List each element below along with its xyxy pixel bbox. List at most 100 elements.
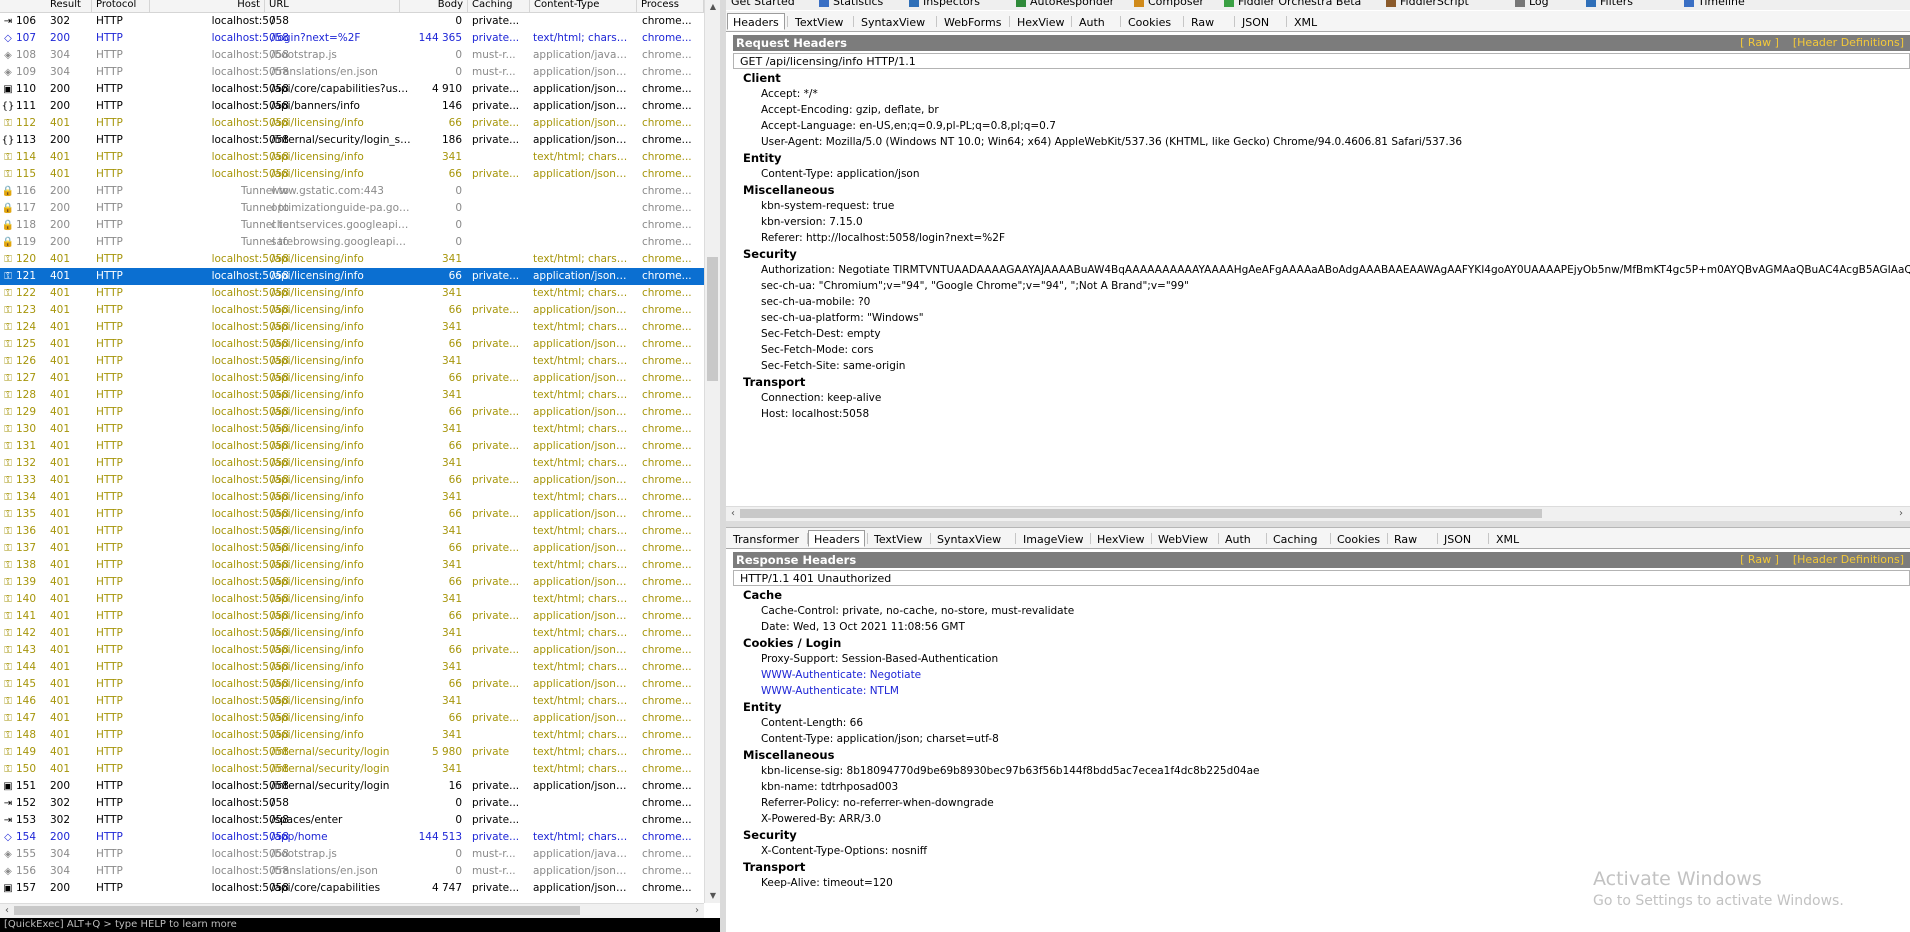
session-row[interactable]: ⚿ 145 401 HTTP localhost:5058/api/licensing/… (0, 676, 704, 693)
column-header-process[interactable]: Process (637, 0, 704, 12)
scroll-right-icon[interactable]: › (1894, 507, 1908, 521)
session-row[interactable]: 🔒 117 200 HTTP Tunnel to optimizationguide-pa… (0, 200, 704, 217)
request-header-entry[interactable]: Connection: keep-alive (761, 390, 881, 406)
session-row[interactable]: ◈ 108 304 HTTP localhost:5058/bootstrap.js 0 m… (0, 47, 704, 64)
toolbar-tab-log[interactable]: Log (1515, 0, 1549, 10)
scroll-left-icon[interactable]: ‹ (726, 507, 740, 521)
session-row[interactable]: ◇ 154 200 HTTP localhost:5058/app/home 144 51… (0, 829, 704, 846)
session-row[interactable]: ⇥ 106 302 HTTP localhost:5058/0 private... chr… (0, 13, 704, 30)
scroll-right-icon[interactable]: › (690, 904, 704, 918)
session-row[interactable]: ⚿ 143 401 HTTP localhost:5058/api/licensing/… (0, 642, 704, 659)
session-row[interactable]: ⚿ 129 401 HTTP localhost:5058/api/licensing/… (0, 404, 704, 421)
request-tab-headers[interactable]: Headers (727, 13, 785, 30)
session-row[interactable]: ⇥ 153 302 HTTP localhost:5058/spaces/enter 0 p… (0, 812, 704, 829)
response-header-entry[interactable]: WWW-Authenticate: NTLM (761, 683, 899, 699)
session-row[interactable]: ⚿ 137 401 HTTP localhost:5058/api/licensing/… (0, 540, 704, 557)
session-row[interactable]: ⚿ 115 401 HTTP localhost:5058/api/licensing/… (0, 166, 704, 183)
toolbar-tab-composer[interactable]: Composer (1134, 0, 1204, 10)
response-header-entry[interactable]: Content-Type: application/json; charset=… (761, 731, 999, 747)
scroll-thumb[interactable] (740, 509, 1542, 518)
response-header-entry[interactable]: kbn-license-sig: 8b18094770d9be69b8930be… (761, 763, 1259, 779)
toolbar-tab-autoresponder[interactable]: AutoResponder (1016, 0, 1114, 10)
session-row[interactable]: ⚿ 133 401 HTTP localhost:5058/api/licensing/… (0, 472, 704, 489)
session-row[interactable]: ⚿ 125 401 HTTP localhost:5058/api/licensing/… (0, 336, 704, 353)
request-header-entry[interactable]: sec-ch-ua: "Chromium";v="94", "Google Ch… (761, 278, 1189, 294)
response-tab-syntaxview[interactable]: SyntaxView (931, 530, 1013, 547)
request-header-entry[interactable]: Referer: http://localhost:5058/login?nex… (761, 230, 1005, 246)
response-tab-json[interactable]: JSON (1438, 530, 1486, 547)
toolbar-tab-filters[interactable]: Filters (1586, 0, 1633, 10)
response-tab-imageview[interactable]: ImageView (1017, 530, 1088, 547)
request-tab-xml[interactable]: XML (1288, 13, 1326, 30)
session-row[interactable]: {} 113 200 HTTP localhost:5058/internal/secu… (0, 132, 704, 149)
toolbar-tab-fiddlerscript[interactable]: FiddlerScript (1386, 0, 1469, 10)
toolbar-tab-fiddler-orchestra-beta[interactable]: Fiddler Orchestra Beta (1224, 0, 1361, 10)
sessions-vertical-scrollbar[interactable]: ▲ ▼ (704, 0, 721, 903)
response-header-entry[interactable]: WWW-Authenticate: Negotiate (761, 667, 921, 683)
column-header-body[interactable]: Body (400, 0, 468, 12)
column-header-host[interactable]: Host (150, 0, 265, 12)
session-row[interactable]: ⚿ 141 401 HTTP localhost:5058/api/licensing/… (0, 608, 704, 625)
session-row[interactable]: ⚿ 140 401 HTTP localhost:5058/api/licensing/… (0, 591, 704, 608)
session-row[interactable]: ◇ 107 200 HTTP localhost:5058/login?next=%2F… (0, 30, 704, 47)
scroll-left-icon[interactable]: ‹ (0, 904, 14, 918)
session-row[interactable]: 🔒 118 200 HTTP Tunnel to clientservices.googl… (0, 217, 704, 234)
sessions-horizontal-scrollbar[interactable]: ‹ › (0, 903, 704, 918)
session-row[interactable]: ⚿ 127 401 HTTP localhost:5058/api/licensing/… (0, 370, 704, 387)
session-row[interactable]: ⚿ 142 401 HTTP localhost:5058/api/licensing/… (0, 625, 704, 642)
request-header-entry[interactable]: User-Agent: Mozilla/5.0 (Windows NT 10.0… (761, 134, 1462, 150)
toolbar-tab-statistics[interactable]: Statistics (819, 0, 883, 10)
request-header-group[interactable]: Transport (743, 374, 805, 390)
request-header-entry[interactable]: sec-ch-ua-platform: "Windows" (761, 310, 924, 326)
response-header-group[interactable]: Cookies / Login (743, 635, 841, 651)
session-row[interactable]: ⚿ 130 401 HTTP localhost:5058/api/licensing/… (0, 421, 704, 438)
session-row[interactable]: 🔒 119 200 HTTP Tunnel to safebrowsing.googlea… (0, 234, 704, 251)
response-header-entry[interactable]: X-Content-Type-Options: nosniff (761, 843, 927, 859)
request-header-entry[interactable]: sec-ch-ua-mobile: ?0 (761, 294, 870, 310)
session-row[interactable]: ⚿ 136 401 HTTP localhost:5058/api/licensing/… (0, 523, 704, 540)
response-tab-headers[interactable]: Headers (808, 530, 865, 547)
request-header-entry[interactable]: Authorization: Negotiate TlRMTVNTUAADAAA… (761, 262, 1910, 278)
session-row[interactable]: ⚿ 146 401 HTTP localhost:5058/api/licensing/… (0, 693, 704, 710)
request-header-group[interactable]: Entity (743, 150, 781, 166)
response-header-entry[interactable]: Content-Length: 66 (761, 715, 863, 731)
session-row[interactable]: 🔒 116 200 HTTP Tunnel to www.gstatic.com:443 0… (0, 183, 704, 200)
response-tab-cookies[interactable]: Cookies (1331, 530, 1385, 547)
toolbar-tab-get-started[interactable]: Get Started (731, 0, 795, 10)
scroll-down-icon[interactable]: ▼ (705, 889, 721, 903)
session-row[interactable]: ⚿ 123 401 HTTP localhost:5058/api/licensing/… (0, 302, 704, 319)
scroll-thumb[interactable] (707, 257, 718, 381)
session-row[interactable]: ⚿ 134 401 HTTP localhost:5058/api/licensing/… (0, 489, 704, 506)
session-row[interactable]: ⚿ 131 401 HTTP localhost:5058/api/licensing/… (0, 438, 704, 455)
session-row[interactable]: ◈ 155 304 HTTP localhost:5058/bootstrap.js 0 m… (0, 846, 704, 863)
session-row[interactable]: ⚿ 122 401 HTTP localhost:5058/api/licensing/… (0, 285, 704, 302)
request-header-entry[interactable]: Sec-Fetch-Site: same-origin (761, 358, 905, 374)
response-header-entry[interactable]: Keep-Alive: timeout=120 (761, 875, 893, 891)
toolbar-tab-inspectors[interactable]: Inspectors (909, 0, 980, 10)
session-row[interactable]: ▣ 110 200 HTTP localhost:5058/api/core/capab… (0, 81, 704, 98)
request-horizontal-scrollbar[interactable]: ‹ › (726, 506, 1910, 521)
session-row[interactable]: ⚿ 128 401 HTTP localhost:5058/api/licensing/… (0, 387, 704, 404)
column-header-protocol[interactable]: Protocol (92, 0, 150, 12)
request-header-entry[interactable]: Accept-Encoding: gzip, deflate, br (761, 102, 939, 118)
request-header-entry[interactable]: Host: localhost:5058 (761, 406, 869, 422)
response-header-group[interactable]: Entity (743, 699, 781, 715)
session-row[interactable]: ◈ 109 304 HTTP localhost:5058/translations/e… (0, 64, 704, 81)
session-row[interactable]: ⚿ 114 401 HTTP localhost:5058/api/licensing/… (0, 149, 704, 166)
response-header-entry[interactable]: kbn-name: tdtrhposad003 (761, 779, 898, 795)
response-tab-webview[interactable]: WebView (1152, 530, 1216, 547)
response-tab-hexview[interactable]: HexView (1091, 530, 1149, 547)
request-header-group[interactable]: Client (743, 70, 781, 86)
session-row[interactable]: ⚿ 121 401 HTTP localhost:5058/api/licensing/… (0, 268, 704, 285)
response-tab-xml[interactable]: XML (1490, 530, 1528, 547)
session-row[interactable]: ⇥ 152 302 HTTP localhost:5058/0 private... chr… (0, 795, 704, 812)
column-header-url[interactable]: URL (265, 0, 400, 12)
response-tab-auth[interactable]: Auth (1219, 530, 1264, 547)
request-tab-cookies[interactable]: Cookies (1122, 13, 1181, 30)
response-header-entry[interactable]: Proxy-Support: Session-Based-Authenticat… (761, 651, 998, 667)
response-tab-caching[interactable]: Caching (1267, 530, 1328, 547)
session-row[interactable]: ⚿ 139 401 HTTP localhost:5058/api/licensing/… (0, 574, 704, 591)
session-row[interactable]: ⚿ 112 401 HTTP localhost:5058/api/licensing/… (0, 115, 704, 132)
request-raw-link[interactable]: [ Raw ] (1740, 36, 1779, 49)
request-header-entry[interactable]: Sec-Fetch-Mode: cors (761, 342, 873, 358)
